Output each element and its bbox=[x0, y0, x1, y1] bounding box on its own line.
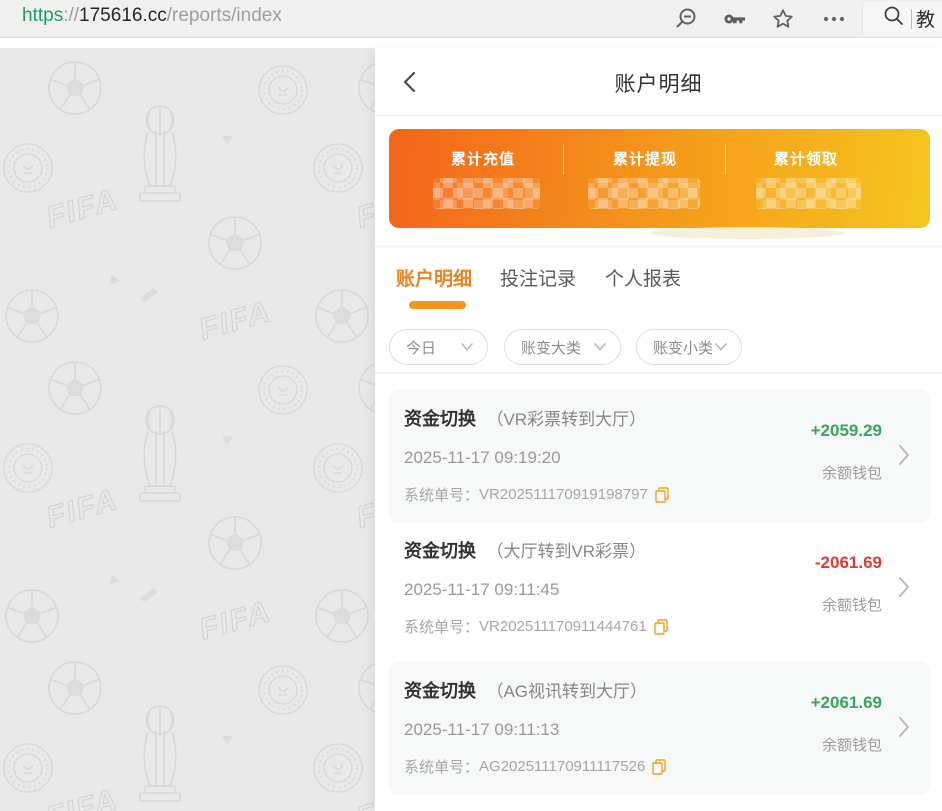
summary-label-collect: 累计领取 bbox=[774, 148, 838, 169]
transaction-datetime: 2025-11-17 09:19:20 bbox=[404, 448, 561, 468]
transaction-wallet: 余额钱包 bbox=[811, 462, 882, 483]
summary-label-deposit: 累计充值 bbox=[451, 148, 515, 169]
summary-card: 累计充值 累计提现 累计领取 bbox=[389, 129, 930, 228]
text-caret bbox=[911, 9, 912, 29]
order-number: AG202511170911117526 bbox=[479, 758, 645, 775]
account-detail-panel: 账户明细 累计充值 累计提现 累计领取 账户明细 投注记录 个人报表 今日 bbox=[375, 48, 942, 811]
censored-value bbox=[588, 178, 700, 209]
transaction-order: 系统单号： VR202511170911444761 bbox=[404, 616, 668, 637]
divider bbox=[375, 372, 942, 374]
filter-major-category-dropdown[interactable]: 账变大类 bbox=[504, 329, 621, 365]
url-text[interactable]: https://175616.cc/reports/index bbox=[22, 5, 282, 27]
transaction-detail: （大厅转到VR彩票） bbox=[486, 542, 646, 561]
transaction-amount-block: -2061.69 余额钱包 bbox=[815, 553, 882, 615]
transaction-row[interactable]: 资金切换 （VR彩票转到大厅） 2025-11-17 09:19:20 系统单号… bbox=[389, 390, 930, 523]
order-label: 系统单号： bbox=[404, 484, 479, 505]
chevron-right-icon[interactable] bbox=[898, 715, 910, 744]
toolbar-gap bbox=[0, 38, 942, 48]
transaction-amount: +2061.69 bbox=[811, 693, 882, 713]
page-title: 账户明细 bbox=[375, 68, 942, 98]
browser-address-bar[interactable]: https://175616.cc/reports/index bbox=[0, 0, 942, 38]
filter-date-label: 今日 bbox=[406, 337, 436, 358]
card-shadow-strip bbox=[650, 227, 845, 239]
url-host: 175616.cc bbox=[79, 5, 167, 26]
zoom-out-icon[interactable] bbox=[674, 0, 698, 37]
order-label: 系统单号： bbox=[404, 756, 479, 777]
summary-label-withdraw: 累计提现 bbox=[613, 148, 677, 169]
key-icon[interactable] bbox=[722, 0, 748, 37]
transaction-title: 资金切换 （大厅转到VR彩票） bbox=[404, 537, 646, 563]
transaction-datetime: 2025-11-17 09:11:45 bbox=[404, 580, 559, 600]
chevron-right-icon[interactable] bbox=[898, 443, 910, 472]
order-label: 系统单号： bbox=[404, 616, 479, 637]
transaction-amount-block: +2059.29 余额钱包 bbox=[811, 421, 882, 483]
quick-search-query: 教 bbox=[916, 5, 935, 32]
transaction-wallet: 余额钱包 bbox=[811, 734, 882, 755]
active-tab-underline bbox=[409, 301, 466, 309]
quick-search-box[interactable]: 教 bbox=[862, 1, 942, 36]
tab-bet-records[interactable]: 投注记录 bbox=[500, 264, 576, 291]
transaction-row[interactable]: 资金切换 （大厅转到VR彩票） 2025-11-17 09:11:45 系统单号… bbox=[389, 522, 930, 655]
summary-divider bbox=[725, 144, 726, 175]
transaction-amount-block: +2061.69 余额钱包 bbox=[811, 693, 882, 755]
search-icon bbox=[883, 5, 905, 32]
order-number: VR202511170911444761 bbox=[479, 618, 647, 635]
transaction-amount: -2061.69 bbox=[815, 553, 882, 573]
transaction-type: 资金切换 bbox=[404, 409, 476, 429]
censored-value bbox=[756, 178, 861, 209]
summary-divider bbox=[563, 144, 564, 175]
transaction-title: 资金切换 （VR彩票转到大厅） bbox=[404, 405, 646, 431]
chevron-down-icon bbox=[461, 343, 473, 351]
filter-major-category-label: 账变大类 bbox=[521, 337, 581, 358]
screen: https://175616.cc/reports/index bbox=[0, 0, 942, 811]
copy-icon[interactable] bbox=[652, 759, 666, 775]
transaction-type: 资金切换 bbox=[404, 681, 476, 701]
tab-personal-report[interactable]: 个人报表 bbox=[605, 264, 681, 291]
filter-minor-category-dropdown[interactable]: 账变小类 bbox=[636, 329, 742, 365]
transaction-title: 资金切换 （AG视讯转到大厅） bbox=[404, 677, 647, 703]
transaction-detail: （VR彩票转到大厅） bbox=[486, 410, 646, 429]
transaction-type: 资金切换 bbox=[404, 541, 476, 561]
transaction-amount: +2059.29 bbox=[811, 421, 882, 441]
order-number: VR202511170919198797 bbox=[479, 486, 648, 503]
chevron-down-icon bbox=[715, 343, 727, 351]
chevron-right-icon[interactable] bbox=[898, 575, 910, 604]
transaction-order: 系统单号： AG202511170911117526 bbox=[404, 756, 666, 777]
page-header: 账户明细 bbox=[375, 48, 942, 116]
more-menu-icon[interactable] bbox=[820, 0, 848, 37]
tab-account-detail[interactable]: 账户明细 bbox=[396, 264, 472, 291]
copy-icon[interactable] bbox=[654, 619, 668, 635]
transaction-order: 系统单号： VR202511170919198797 bbox=[404, 484, 669, 505]
transaction-detail: （AG视讯转到大厅） bbox=[486, 682, 647, 701]
url-path: /reports/index bbox=[167, 5, 282, 26]
divider bbox=[375, 246, 942, 247]
chevron-down-icon bbox=[594, 343, 606, 351]
fifa-watermark-background: FIFA bbox=[0, 48, 375, 811]
filter-minor-category-label: 账变小类 bbox=[653, 337, 713, 358]
transaction-datetime: 2025-11-17 09:11:13 bbox=[404, 720, 559, 740]
url-separator: :// bbox=[63, 5, 79, 26]
url-scheme: https bbox=[22, 5, 63, 26]
star-icon[interactable] bbox=[771, 0, 795, 37]
transaction-row[interactable]: 资金切换 （AG视讯转到大厅） 2025-11-17 09:11:13 系统单号… bbox=[389, 662, 930, 795]
copy-icon[interactable] bbox=[655, 487, 669, 503]
filter-date-dropdown[interactable]: 今日 bbox=[389, 329, 488, 365]
censored-value bbox=[433, 178, 540, 209]
transaction-wallet: 余额钱包 bbox=[815, 594, 882, 615]
